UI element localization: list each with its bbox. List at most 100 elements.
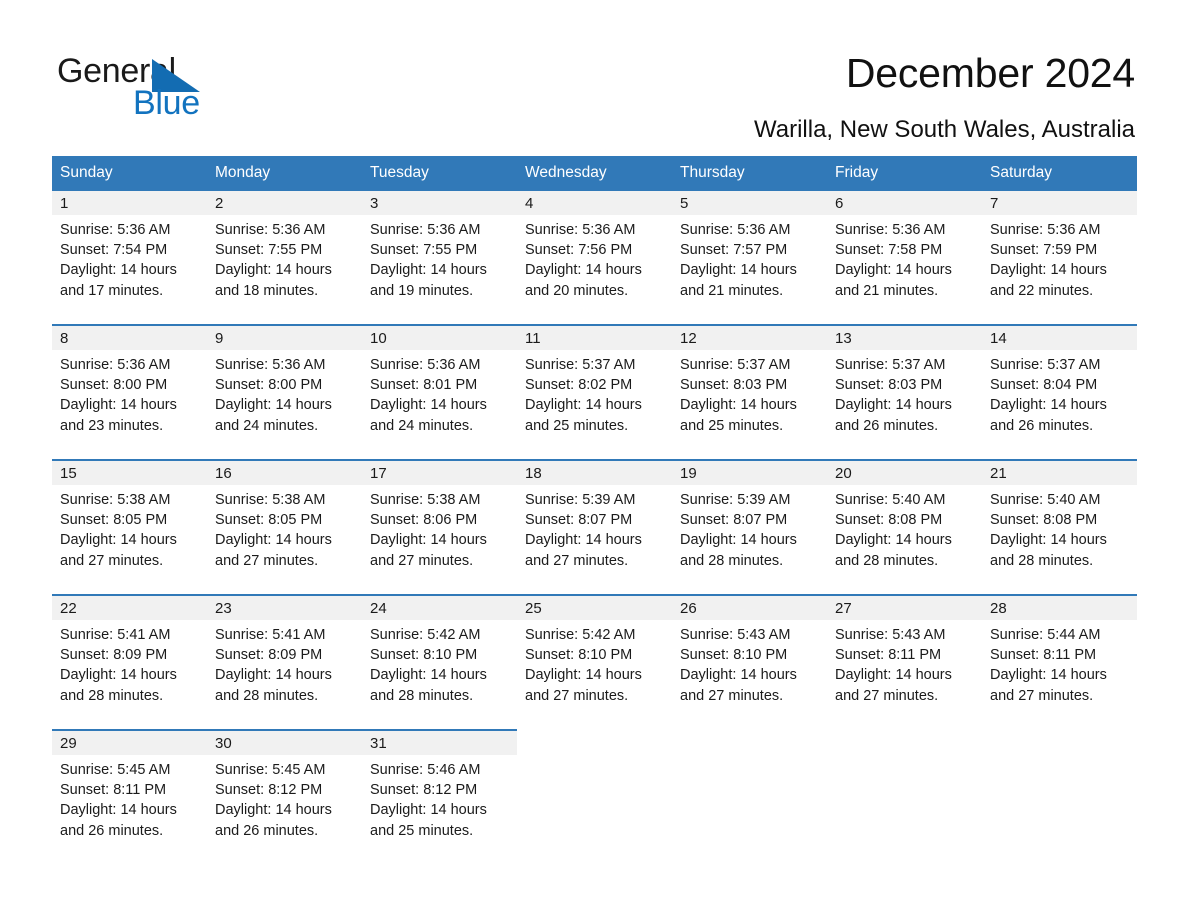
day-sunrise-text: Sunrise: 5:43 AM	[680, 627, 791, 643]
weekday-header-sunday: Sunday	[52, 156, 207, 191]
calendar-body: 1 2 3 4 5 6 7 Sunrise: 5:36 AM Sunset: 7:54 PM Da…	[52, 191, 1137, 865]
day-sunset-text: Sunset: 7:54 PM	[60, 242, 168, 259]
day-number[interactable]: 7	[982, 191, 1137, 215]
day-sunset-text: Sunset: 8:10 PM	[370, 647, 478, 664]
day-daylight-2-text: and 19 minutes.	[370, 282, 474, 299]
day-cell[interactable]: Sunrise: 5:36 AM Sunset: 7:55 PM Daylight:…	[362, 215, 517, 325]
day-sunset-text: Sunset: 8:01 PM	[370, 377, 478, 394]
day-number[interactable]: 23	[207, 594, 362, 620]
day-number[interactable]: 15	[52, 459, 207, 485]
day-sunset-text: Sunset: 8:07 PM	[680, 512, 788, 529]
day-number[interactable]: 9	[207, 324, 362, 350]
day-daylight-2-text: and 28 minutes.	[990, 552, 1094, 569]
day-number[interactable]: 16	[207, 459, 362, 485]
day-number[interactable]: 26	[672, 594, 827, 620]
day-number[interactable]: 4	[517, 191, 672, 215]
day-cell[interactable]: Sunrise: 5:37 AM Sunset: 8:02 PM Daylight:…	[517, 350, 672, 460]
day-daylight-1-text: Daylight: 14 hours	[990, 532, 1107, 549]
day-cell[interactable]: Sunrise: 5:42 AM Sunset: 8:10 PM Daylight:…	[362, 620, 517, 730]
day-sunrise-text: Sunrise: 5:36 AM	[370, 222, 481, 238]
day-cell[interactable]: Sunrise: 5:38 AM Sunset: 8:05 PM Daylight:…	[207, 485, 362, 595]
day-cell[interactable]: Sunrise: 5:41 AM Sunset: 8:09 PM Daylight:…	[207, 620, 362, 730]
day-number[interactable]: 20	[827, 459, 982, 485]
day-number[interactable]: 14	[982, 324, 1137, 350]
day-number[interactable]: 8	[52, 324, 207, 350]
day-cell[interactable]: Sunrise: 5:41 AM Sunset: 8:09 PM Daylight:…	[52, 620, 207, 730]
day-sunset-text: Sunset: 8:08 PM	[990, 512, 1098, 529]
day-cell[interactable]: Sunrise: 5:40 AM Sunset: 8:08 PM Daylight:…	[982, 485, 1137, 595]
day-daylight-2-text: and 27 minutes.	[60, 552, 164, 569]
day-cell[interactable]: Sunrise: 5:44 AM Sunset: 8:11 PM Daylight:…	[982, 620, 1137, 730]
day-daylight-2-text: and 28 minutes.	[680, 552, 784, 569]
day-cell[interactable]: Sunrise: 5:36 AM Sunset: 7:54 PM Daylight:…	[52, 215, 207, 325]
day-number[interactable]: 6	[827, 191, 982, 215]
day-cell[interactable]: Sunrise: 5:45 AM Sunset: 8:11 PM Daylight:…	[52, 755, 207, 865]
day-cell[interactable]: Sunrise: 5:36 AM Sunset: 7:58 PM Daylight:…	[827, 215, 982, 325]
day-sunset-text: Sunset: 8:10 PM	[680, 647, 788, 664]
day-number[interactable]: 25	[517, 594, 672, 620]
day-sunrise-text: Sunrise: 5:36 AM	[680, 222, 791, 238]
day-cell-empty	[982, 755, 1137, 865]
day-sunset-text: Sunset: 7:57 PM	[680, 242, 788, 259]
day-number[interactable]: 31	[362, 729, 517, 755]
day-daylight-2-text: and 27 minutes.	[680, 687, 784, 704]
day-cell[interactable]: Sunrise: 5:42 AM Sunset: 8:10 PM Daylight:…	[517, 620, 672, 730]
day-cell[interactable]: Sunrise: 5:45 AM Sunset: 8:12 PM Daylight:…	[207, 755, 362, 865]
day-number[interactable]: 12	[672, 324, 827, 350]
week-info-row: Sunrise: 5:41 AM Sunset: 8:09 PM Daylight:…	[52, 620, 1137, 730]
day-cell[interactable]: Sunrise: 5:37 AM Sunset: 8:03 PM Daylight:…	[672, 350, 827, 460]
day-sunrise-text: Sunrise: 5:42 AM	[525, 627, 636, 643]
day-sunset-text: Sunset: 7:56 PM	[525, 242, 633, 259]
day-number[interactable]: 11	[517, 324, 672, 350]
week-info-row: Sunrise: 5:38 AM Sunset: 8:05 PM Daylight:…	[52, 485, 1137, 595]
day-daylight-1-text: Daylight: 14 hours	[60, 262, 177, 279]
day-number[interactable]: 1	[52, 191, 207, 215]
day-cell[interactable]: Sunrise: 5:36 AM Sunset: 7:56 PM Daylight:…	[517, 215, 672, 325]
day-number[interactable]: 5	[672, 191, 827, 215]
day-cell-empty	[827, 755, 982, 865]
day-number[interactable]: 30	[207, 729, 362, 755]
day-number[interactable]: 10	[362, 324, 517, 350]
day-number-empty	[517, 729, 672, 755]
day-number[interactable]: 17	[362, 459, 517, 485]
day-number[interactable]: 27	[827, 594, 982, 620]
weekday-header-saturday: Saturday	[982, 156, 1137, 191]
brand-logo[interactable]: General Blue	[57, 52, 297, 128]
day-sunset-text: Sunset: 8:05 PM	[215, 512, 323, 529]
day-number[interactable]: 3	[362, 191, 517, 215]
day-number[interactable]: 29	[52, 729, 207, 755]
day-number[interactable]: 18	[517, 459, 672, 485]
day-cell[interactable]: Sunrise: 5:36 AM Sunset: 8:00 PM Daylight:…	[52, 350, 207, 460]
day-sunset-text: Sunset: 8:12 PM	[370, 782, 478, 799]
week-info-row: Sunrise: 5:45 AM Sunset: 8:11 PM Daylight:…	[52, 755, 1137, 865]
day-cell[interactable]: Sunrise: 5:37 AM Sunset: 8:03 PM Daylight:…	[827, 350, 982, 460]
day-daylight-1-text: Daylight: 14 hours	[525, 262, 642, 279]
weekday-header-wednesday: Wednesday	[517, 156, 672, 191]
day-cell[interactable]: Sunrise: 5:46 AM Sunset: 8:12 PM Daylight:…	[362, 755, 517, 865]
day-number[interactable]: 2	[207, 191, 362, 215]
day-sunset-text: Sunset: 8:10 PM	[525, 647, 633, 664]
day-cell[interactable]: Sunrise: 5:39 AM Sunset: 8:07 PM Daylight:…	[517, 485, 672, 595]
day-number[interactable]: 21	[982, 459, 1137, 485]
day-cell[interactable]: Sunrise: 5:36 AM Sunset: 7:55 PM Daylight:…	[207, 215, 362, 325]
day-sunrise-text: Sunrise: 5:39 AM	[525, 492, 636, 508]
day-number[interactable]: 24	[362, 594, 517, 620]
day-cell[interactable]: Sunrise: 5:36 AM Sunset: 8:01 PM Daylight:…	[362, 350, 517, 460]
day-cell[interactable]: Sunrise: 5:39 AM Sunset: 8:07 PM Daylight:…	[672, 485, 827, 595]
day-cell[interactable]: Sunrise: 5:38 AM Sunset: 8:05 PM Daylight:…	[52, 485, 207, 595]
day-sunrise-text: Sunrise: 5:38 AM	[370, 492, 481, 508]
day-number[interactable]: 22	[52, 594, 207, 620]
day-cell[interactable]: Sunrise: 5:38 AM Sunset: 8:06 PM Daylight:…	[362, 485, 517, 595]
day-cell[interactable]: Sunrise: 5:43 AM Sunset: 8:10 PM Daylight:…	[672, 620, 827, 730]
weekday-header-row: Sunday Monday Tuesday Wednesday Thursday…	[52, 156, 1137, 191]
day-cell[interactable]: Sunrise: 5:36 AM Sunset: 7:57 PM Daylight:…	[672, 215, 827, 325]
day-number[interactable]: 28	[982, 594, 1137, 620]
day-cell[interactable]: Sunrise: 5:43 AM Sunset: 8:11 PM Daylight:…	[827, 620, 982, 730]
day-daylight-1-text: Daylight: 14 hours	[680, 667, 797, 684]
day-cell[interactable]: Sunrise: 5:36 AM Sunset: 7:59 PM Daylight:…	[982, 215, 1137, 325]
day-cell[interactable]: Sunrise: 5:40 AM Sunset: 8:08 PM Daylight:…	[827, 485, 982, 595]
day-number[interactable]: 13	[827, 324, 982, 350]
day-number[interactable]: 19	[672, 459, 827, 485]
day-cell[interactable]: Sunrise: 5:36 AM Sunset: 8:00 PM Daylight:…	[207, 350, 362, 460]
day-cell[interactable]: Sunrise: 5:37 AM Sunset: 8:04 PM Daylight:…	[982, 350, 1137, 460]
